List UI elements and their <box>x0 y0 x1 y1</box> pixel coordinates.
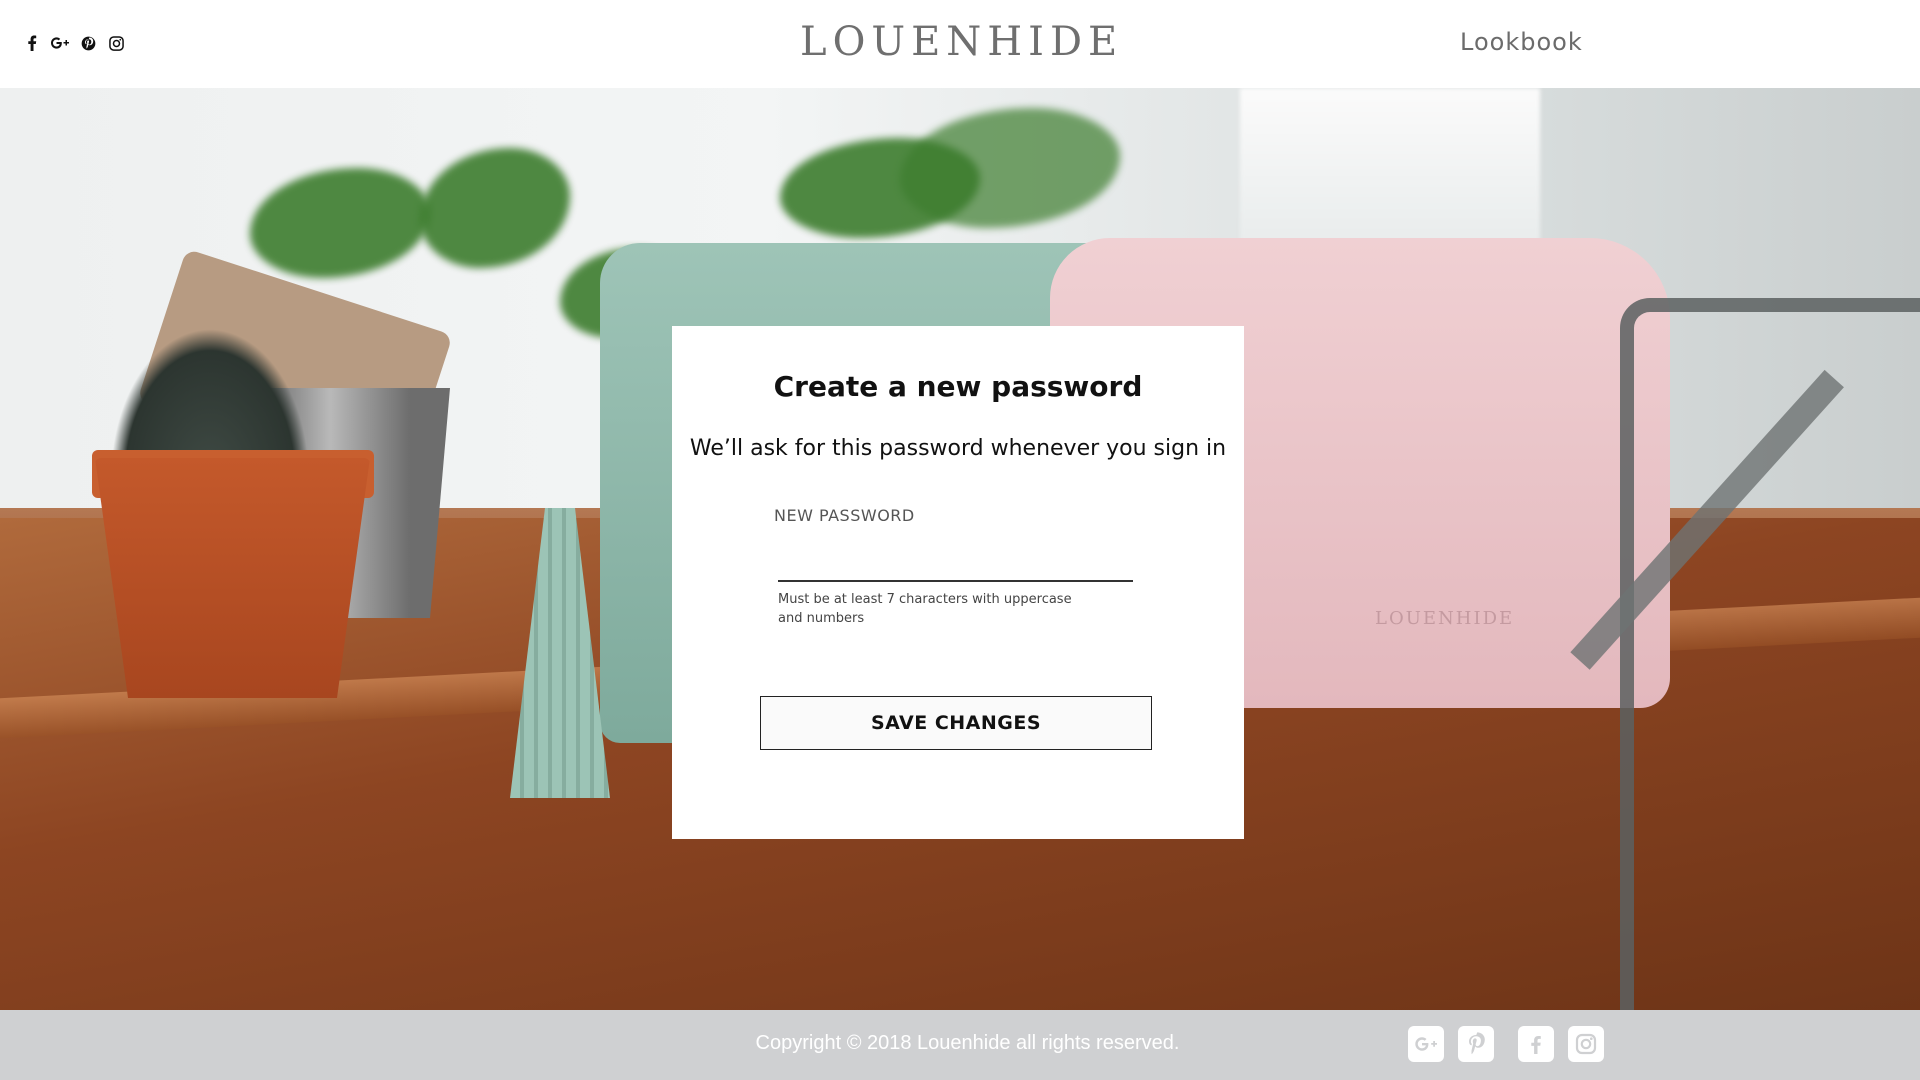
copyright-text: Copyright © 2018 Louenhide all rights re… <box>755 1032 1180 1054</box>
site-footer: Copyright © 2018 Louenhide all rights re… <box>0 1010 1920 1080</box>
card-subtitle: We’ll ask for this password whenever you… <box>689 436 1227 461</box>
instagram-icon[interactable] <box>106 33 126 53</box>
site-header: LOUENHIDE Lookbook <box>0 0 1920 88</box>
nav-link-lookbook[interactable]: Lookbook <box>1460 26 1610 58</box>
pinterest-icon[interactable] <box>78 33 98 53</box>
facebook-icon[interactable] <box>22 33 42 53</box>
page: LOUENHIDE Lookbook LOUENHIDE Create a ne… <box>0 0 1920 1080</box>
password-hint: Must be at least 7 characters with upper… <box>778 592 1072 626</box>
brand-logo[interactable]: LOUENHIDE <box>800 18 1117 66</box>
bag-brand-stamp: LOUENHIDE <box>1375 608 1515 629</box>
metal-chair <box>1620 298 1920 1010</box>
save-changes-button[interactable]: SAVE CHANGES <box>760 696 1152 750</box>
password-reset-card: Create a new password We’ll ask for this… <box>672 326 1244 839</box>
pinterest-icon[interactable] <box>1458 1026 1494 1062</box>
new-password-input[interactable] <box>778 544 1133 582</box>
google-plus-icon[interactable] <box>1408 1026 1444 1062</box>
terracotta-pot <box>95 458 370 698</box>
facebook-icon[interactable] <box>1518 1026 1554 1062</box>
new-password-label: NEW PASSWORD <box>774 506 915 525</box>
footer-social-links <box>1408 1026 1604 1064</box>
google-plus-icon[interactable] <box>50 33 70 53</box>
header-social-links <box>22 32 126 54</box>
instagram-icon[interactable] <box>1568 1026 1604 1062</box>
card-title: Create a new password <box>773 370 1143 403</box>
